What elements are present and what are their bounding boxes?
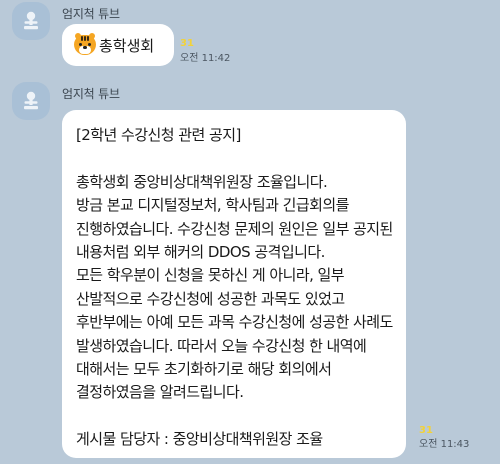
message-bubble[interactable]: [2학년 수강신청 관련 공지] ​ 총학생회 중앙비상대책위원장 조율입니다.… <box>62 110 406 458</box>
notice-title: [2학년 수강신청 관련 공지] <box>76 126 241 144</box>
notice-signature: 게시물 담당자 : 중앙비상대책위원장 조율 <box>76 430 323 449</box>
sender-avatar[interactable] <box>12 82 50 120</box>
default-profile-icon <box>24 11 38 30</box>
unread-count: 31 <box>180 38 194 49</box>
sender-avatar[interactable] <box>12 2 50 40</box>
notice-paragraph: 총학생회 중앙비상대책위원장 조율입니다. 방금 본교 디지털정보처, 학사팀과… <box>76 172 393 262</box>
unread-count: 31 <box>419 425 433 436</box>
message-time: 오전 11:42 <box>180 53 231 64</box>
message-text: 총학생회 <box>99 36 155 55</box>
notice-paragraph: 모든 학우분이 신청을 못하신 게 아니라, 일부 산발적으로 수강신청에 성공… <box>76 266 398 402</box>
message-time: 오전 11:43 <box>419 439 470 450</box>
sender-name: 엄지척 튜브 <box>62 87 120 101</box>
message-bubble[interactable]: 총학생회 <box>62 24 174 66</box>
notice-spacer: ​ <box>76 405 396 428</box>
sender-name: 엄지척 튜브 <box>62 7 120 21</box>
notice-spacer: ​ <box>76 147 396 170</box>
tiger-face-icon <box>74 33 96 55</box>
default-profile-icon <box>24 91 38 110</box>
